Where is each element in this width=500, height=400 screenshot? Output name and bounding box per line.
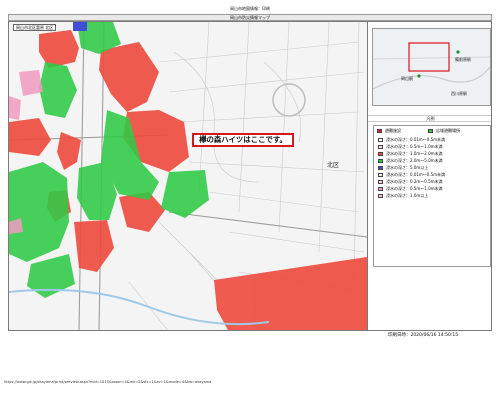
legend-swatch-9 bbox=[378, 194, 383, 198]
legend-swatch-4 bbox=[378, 159, 383, 163]
legend-label-9: 浸水の深さ：1.0m以上 bbox=[386, 193, 429, 198]
legend-label-3: 浸水の深さ：1.0m～2.0m未満 bbox=[386, 151, 443, 156]
flood-zone-blue bbox=[73, 22, 87, 31]
legend-title: 凡例 bbox=[368, 115, 491, 122]
legend-swatch-7 bbox=[378, 180, 383, 184]
overview-label-station: 岡山駅 bbox=[401, 76, 413, 81]
legend-label-5: 浸水の深さ：5.0m以上 bbox=[386, 165, 429, 170]
legend-swatch-evac bbox=[428, 129, 433, 133]
legend: 避難施設 広域避難場所 浸水の深さ：0.01m～0.5m未満 浸水の深さ：0.5… bbox=[373, 125, 491, 267]
legend-label-2: 浸水の深さ：0.5m～1.0m未満 bbox=[386, 144, 443, 149]
legend-swatch-1 bbox=[378, 138, 383, 142]
legend-swatch-3 bbox=[378, 152, 383, 156]
map-view[interactable]: 岡山市北区富原 北区 欅の森ハイツはここです。 北区 備前原駅 岡山駅 西川原駅… bbox=[8, 21, 492, 331]
overview-road bbox=[373, 66, 490, 90]
legend-header-left: 避難施設 bbox=[385, 128, 401, 133]
page-header: 岡山市地図情報：印刷 bbox=[230, 6, 270, 11]
print-timestamp: 印刷日時：2020/06/16 14:50:15 bbox=[388, 333, 459, 338]
legend-label-4: 浸水の深さ：2.0m～5.0m未満 bbox=[386, 158, 443, 163]
overview-label-sw: 西川原駅 bbox=[451, 91, 467, 96]
overview-focus-box bbox=[408, 42, 450, 72]
overview-canvas bbox=[373, 42, 490, 90]
ward-label: 北区 bbox=[327, 162, 340, 169]
legend-label-6: 浸水の深さ：0.01m～0.5m未満 bbox=[386, 172, 446, 177]
overview-rail bbox=[373, 56, 490, 60]
map-title: 岡山市防災情報マップ bbox=[8, 14, 492, 21]
overview-label-east: 備前原駅 bbox=[455, 57, 471, 62]
footer-url: https://www.gis.jp/okayama/print/preview… bbox=[4, 380, 212, 384]
legend-label-1: 浸水の深さ：0.01m～0.5m未満 bbox=[386, 137, 446, 142]
legend-swatch-5 bbox=[378, 166, 383, 170]
legend-swatch-shelter bbox=[377, 129, 382, 133]
station-icon bbox=[456, 50, 460, 54]
station-icon-2 bbox=[417, 74, 421, 78]
legend-label-7: 浸水の深さ：0.2m～0.5m未満 bbox=[386, 179, 443, 184]
legend-label-8: 浸水の深さ：0.5m～1.0m未満 bbox=[386, 186, 443, 191]
legend-header-right: 広域避難場所 bbox=[436, 128, 460, 133]
legend-swatch-8 bbox=[378, 187, 383, 191]
side-panel: 備前原駅 岡山駅 西川原駅 凡例 避難施設 広域避難場所 浸水の深さ：0.01m… bbox=[367, 22, 491, 330]
legend-swatch-6 bbox=[378, 173, 383, 177]
area-tag: 岡山市北区富原 北区 bbox=[13, 24, 57, 31]
legend-swatch-2 bbox=[378, 145, 383, 149]
overview-map[interactable]: 備前原駅 岡山駅 西川原駅 bbox=[372, 28, 491, 106]
location-callout: 欅の森ハイツはここです。 bbox=[192, 133, 294, 147]
